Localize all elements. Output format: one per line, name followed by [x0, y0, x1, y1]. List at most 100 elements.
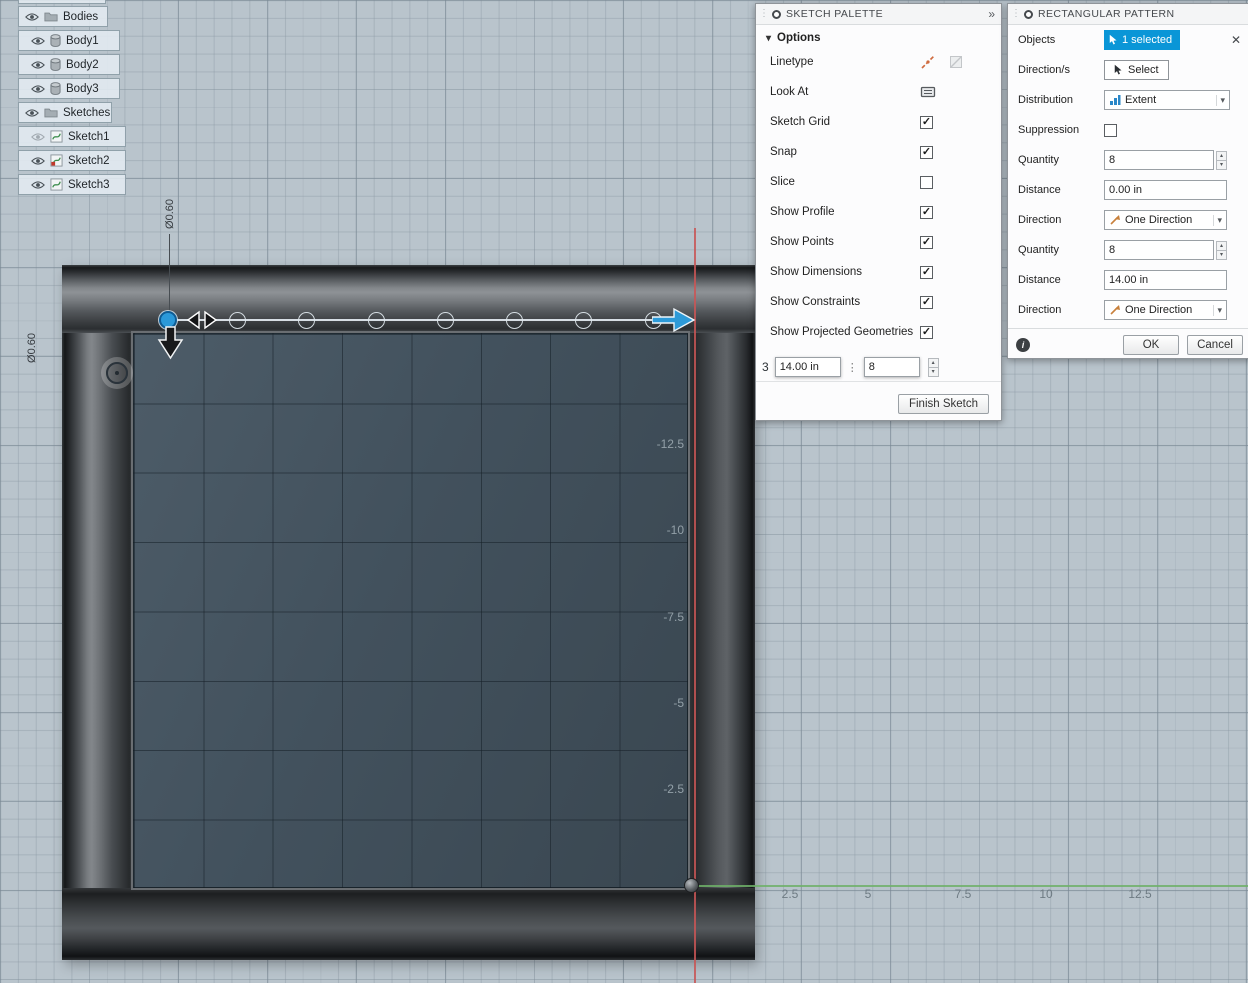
eye-icon[interactable] — [25, 12, 39, 22]
quantity-1-spinner[interactable]: ▴ ▾ — [1216, 150, 1227, 170]
row-show-profile: Show Profile ✓ — [756, 197, 1001, 227]
browser-row-sketch2[interactable]: Sketch2 — [18, 150, 126, 171]
cancel-button[interactable]: Cancel — [1187, 334, 1243, 355]
y-axis-label: -12.5 — [656, 437, 684, 451]
options-section-header[interactable]: ▾ Options — [756, 25, 1001, 47]
sketch-grid-checkbox[interactable]: ✓ — [920, 115, 933, 129]
palette-divider — [756, 381, 1001, 382]
objects-label: Objects — [1018, 34, 1056, 46]
folder-icon — [44, 11, 58, 22]
pattern-circle[interactable] — [506, 312, 523, 329]
centerline-icon-disabled[interactable] — [948, 54, 964, 70]
direction-1-dropdown[interactable]: One Direction ▾ — [1104, 210, 1227, 230]
show-constraints-checkbox[interactable]: ✓ — [920, 295, 933, 309]
pattern-direction-arrow-icon[interactable] — [652, 306, 696, 334]
distribution-dropdown[interactable]: Extent ▾ — [1104, 90, 1230, 110]
slice-label: Slice — [770, 176, 795, 188]
browser-row-sketch1[interactable]: Sketch1 — [18, 126, 126, 147]
browser-row-label[interactable]: Sketches — [63, 107, 110, 119]
directions-label: Direction/s — [1018, 64, 1070, 76]
finish-sketch-button[interactable]: Finish Sketch — [897, 394, 989, 414]
browser-row-sketches[interactable]: Sketches — [18, 102, 112, 123]
distance-1-input[interactable] — [1104, 180, 1227, 200]
section-triangle-icon[interactable]: ▾ — [766, 33, 771, 44]
drag-handle-left-right-icon[interactable] — [186, 308, 218, 332]
sketch-palette-header[interactable]: ⋮ SKETCH PALETTE » — [756, 4, 1001, 25]
pattern-circle[interactable] — [437, 312, 454, 329]
objects-selected-chip[interactable]: 1 selected — [1104, 30, 1181, 50]
look-at-icon[interactable] — [920, 84, 936, 100]
show-projected-geometries-checkbox[interactable]: ✓ — [920, 325, 933, 339]
browser-row-bodies[interactable]: Bodies — [18, 6, 108, 27]
eye-icon[interactable] — [25, 108, 39, 118]
show-dimensions-checkbox[interactable]: ✓ — [920, 265, 933, 279]
panel-grip-icon[interactable]: ⋮ — [1011, 9, 1021, 19]
spinner-down-icon[interactable]: ▾ — [927, 366, 939, 377]
pattern-circle[interactable] — [368, 312, 385, 329]
clear-selection-icon[interactable]: ✕ — [1229, 33, 1243, 47]
projected-point-circle[interactable] — [106, 362, 128, 384]
show-profile-checkbox[interactable]: ✓ — [920, 205, 933, 219]
quantity-2-spinner[interactable]: ▴ ▾ — [1216, 240, 1227, 260]
row-quantity-1: Quantity ▴ ▾ — [1008, 145, 1248, 175]
info-icon[interactable]: i — [1016, 337, 1030, 352]
browser-row-clipped[interactable] — [18, 0, 106, 4]
browser-row-sketch3[interactable]: Sketch3 — [18, 174, 126, 195]
pattern-distance-input[interactable] — [774, 357, 841, 377]
eye-icon[interactable] — [31, 36, 45, 46]
browser-row-body3[interactable]: Body3 — [18, 78, 120, 99]
origin-marker[interactable] — [684, 878, 699, 893]
show-points-checkbox[interactable]: ✓ — [920, 235, 933, 249]
slice-checkbox[interactable] — [920, 175, 933, 189]
browser-row-label[interactable]: Body1 — [66, 35, 99, 47]
pattern-circle[interactable] — [298, 312, 315, 329]
eye-icon[interactable] — [31, 180, 45, 190]
collapse-panel-icon[interactable]: » — [988, 7, 995, 21]
spinner-down-icon[interactable]: ▾ — [1216, 159, 1227, 170]
quantity-2-input[interactable] — [1104, 240, 1214, 260]
distance-2-input[interactable] — [1104, 270, 1227, 290]
diameter-dimension-left[interactable]: Ø0.60 — [10, 326, 54, 370]
browser-row-label[interactable]: Sketch2 — [68, 155, 110, 167]
direction-select-button[interactable]: Select — [1104, 60, 1169, 80]
browser-row-label[interactable]: Sketch3 — [68, 179, 110, 191]
eye-icon[interactable] — [31, 60, 45, 70]
eye-hidden-icon[interactable] — [31, 132, 45, 142]
browser-row-body1[interactable]: Body1 — [18, 30, 120, 51]
eye-icon[interactable] — [31, 84, 45, 94]
row-show-projected: Show Projected Geometries ✓ — [756, 317, 1001, 347]
snap-label: Snap — [770, 146, 797, 158]
browser-row-label[interactable]: Body2 — [66, 59, 99, 71]
count-spinner[interactable]: ▴ ▾ — [927, 357, 939, 377]
construction-line-icon[interactable] — [920, 54, 936, 70]
direction-2-dropdown[interactable]: One Direction ▾ — [1104, 300, 1227, 320]
rectangular-pattern-header[interactable]: ⋮ RECTANGULAR PATTERN — [1008, 4, 1248, 25]
ok-button[interactable]: OK — [1123, 334, 1179, 355]
down-arrow-manipulator-icon[interactable] — [157, 326, 184, 360]
snap-checkbox[interactable]: ✓ — [920, 145, 933, 159]
suppression-checkbox[interactable] — [1104, 123, 1117, 137]
panel-grip-icon[interactable]: ⋮ — [759, 9, 769, 19]
frame-left-border — [62, 333, 133, 888]
pattern-count-input[interactable] — [863, 357, 920, 377]
chevron-down-icon[interactable]: ▾ — [1213, 304, 1222, 316]
browser-row-label[interactable]: Bodies — [63, 11, 98, 23]
pattern-circle[interactable] — [575, 312, 592, 329]
spinner-down-icon[interactable]: ▾ — [1216, 249, 1227, 260]
input-prefix-label: 3 — [762, 360, 769, 374]
panel-dot-icon — [1024, 9, 1033, 19]
quantity-1-input[interactable] — [1104, 150, 1214, 170]
chevron-down-icon[interactable]: ▾ — [1213, 214, 1222, 226]
diameter-dimension-top[interactable]: Ø0.60 — [148, 192, 192, 236]
eye-icon[interactable] — [31, 156, 45, 166]
sketch-grid-area[interactable] — [133, 333, 688, 888]
row-sketch-grid: Sketch Grid ✓ — [756, 107, 1001, 137]
distance-label: Distance — [1018, 274, 1061, 286]
drag-dots-icon[interactable]: ⋮ — [847, 361, 858, 374]
browser-row-label[interactable]: Sketch1 — [68, 131, 110, 143]
row-quantity-2: Quantity ▴ ▾ — [1008, 235, 1248, 265]
pattern-circle[interactable] — [229, 312, 246, 329]
browser-row-label[interactable]: Body3 — [66, 83, 99, 95]
browser-row-body2[interactable]: Body2 — [18, 54, 120, 75]
chevron-down-icon[interactable]: ▾ — [1216, 94, 1225, 106]
